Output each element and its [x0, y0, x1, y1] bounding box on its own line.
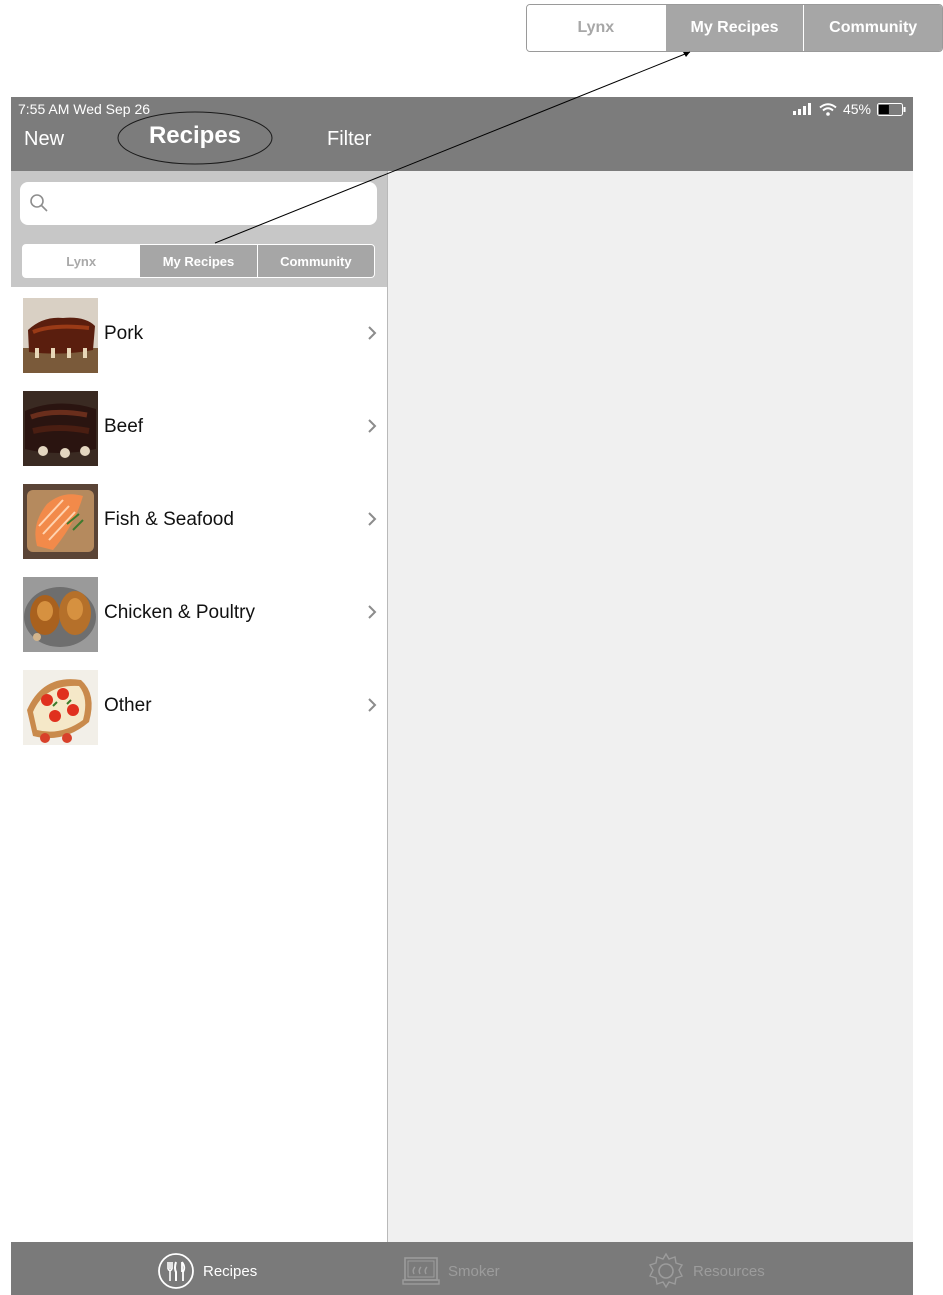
- source-segmented-control: Lynx My Recipes Community: [22, 244, 375, 278]
- callout-arrowhead: [683, 52, 690, 57]
- new-button[interactable]: New: [24, 128, 64, 151]
- category-label: Beef: [104, 416, 144, 437]
- gear-icon: [648, 1252, 684, 1289]
- category-row-beef[interactable]: Beef: [11, 380, 387, 473]
- detail-panel: [388, 171, 913, 1242]
- tab-recipes[interactable]: Recipes: [157, 1252, 257, 1290]
- chevron-right-icon: [368, 605, 377, 619]
- zoom-segment-community: Community: [803, 5, 942, 51]
- status-indicators: 45%: [792, 101, 907, 117]
- page-title: Recipes: [148, 122, 242, 149]
- chevron-right-icon: [368, 419, 377, 433]
- search-input[interactable]: [58, 192, 362, 218]
- smoker-icon: [402, 1257, 440, 1285]
- zoom-segment-lynx: Lynx: [527, 5, 665, 51]
- battery-icon: [877, 102, 906, 116]
- tab-resources[interactable]: Resources: [647, 1252, 765, 1290]
- tab-smoker[interactable]: Smoker: [402, 1252, 500, 1290]
- category-label: Chicken & Poultry: [104, 602, 256, 623]
- search-area: Lynx My Recipes Community: [11, 171, 387, 287]
- category-label: Pork: [104, 323, 144, 344]
- chevron-right-icon: [368, 698, 377, 712]
- segment-community[interactable]: Community: [256, 245, 374, 277]
- category-list: Pork Beef Fish & Seafood Chicken & Poult…: [11, 287, 387, 752]
- category-label: Fish & Seafood: [104, 509, 234, 530]
- pork-ribs-thumbnail: [23, 298, 98, 373]
- tab-label: Resources: [693, 1262, 765, 1280]
- search-icon: [30, 194, 48, 212]
- signal-icon: [792, 103, 811, 115]
- other-food-thumbnail: [23, 670, 98, 745]
- salmon-thumbnail: [23, 484, 98, 559]
- filter-button[interactable]: Filter: [327, 128, 371, 151]
- segment-lynx[interactable]: Lynx: [23, 245, 140, 277]
- category-label: Other: [104, 695, 152, 716]
- zoom-callout-segmented-control: Lynx My Recipes Community: [526, 4, 943, 52]
- category-row-pork[interactable]: Pork: [11, 287, 387, 380]
- navigation-bar: 7:55 AM Wed Sep 26 45% New Recipes Filte…: [11, 97, 913, 171]
- tab-label: Recipes: [203, 1262, 258, 1280]
- category-row-other[interactable]: Other: [11, 659, 387, 752]
- chevron-right-icon: [368, 512, 377, 526]
- chicken-thumbnail: [23, 577, 98, 652]
- search-field[interactable]: [20, 182, 377, 225]
- battery-percent: 45%: [842, 101, 871, 117]
- category-row-chicken-poultry[interactable]: Chicken & Poultry: [11, 566, 387, 659]
- tab-label: Smoker: [448, 1262, 500, 1280]
- recipe-master-panel: Lynx My Recipes Community Pork Beef Fish…: [11, 171, 388, 1242]
- beef-ribs-thumbnail: [23, 391, 98, 466]
- category-row-fish-seafood[interactable]: Fish & Seafood: [11, 473, 387, 566]
- zoom-segment-my-recipes: My Recipes: [664, 5, 804, 51]
- utensils-icon: [158, 1253, 194, 1289]
- tab-bar: Recipes Smoker Resources: [11, 1242, 913, 1295]
- wifi-icon: [819, 102, 837, 116]
- segment-my-recipes[interactable]: My Recipes: [139, 245, 257, 277]
- ipad-screen: 7:55 AM Wed Sep 26 45% New Recipes Filte…: [11, 97, 913, 1295]
- chevron-right-icon: [368, 326, 377, 340]
